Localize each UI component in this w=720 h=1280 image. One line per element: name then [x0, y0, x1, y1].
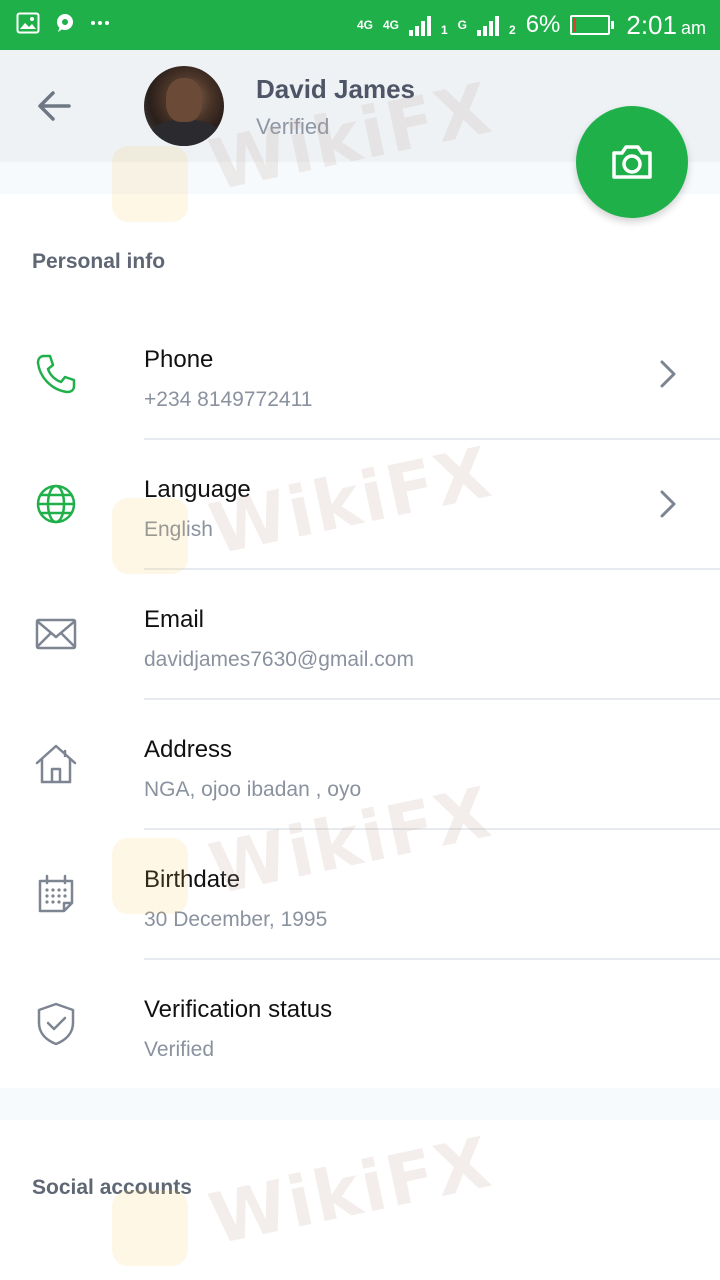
- battery-icon: [570, 15, 615, 35]
- chevron-right-icon: [660, 360, 676, 388]
- section-separator: [0, 1088, 720, 1120]
- row-birthdate[interactable]: Birthdate 30 December, 1995: [0, 830, 720, 960]
- watermark-logo: [112, 1190, 188, 1266]
- more-notifications-icon: [91, 21, 109, 25]
- row-phone[interactable]: Phone +234 8149772411: [0, 310, 720, 440]
- home-icon: [32, 740, 80, 788]
- camera-icon: [612, 145, 652, 179]
- verification-status-value: Verified: [144, 1038, 215, 1061]
- birthdate-label: Birthdate: [144, 866, 241, 893]
- address-label: Address: [144, 736, 233, 763]
- network-type-label-2: 4G: [382, 18, 399, 32]
- row-language[interactable]: Language English: [0, 440, 720, 570]
- status-bar-notifications: [16, 12, 110, 34]
- language-value: English: [144, 518, 213, 541]
- sim2-network-type: G: [457, 18, 467, 32]
- row-address[interactable]: Address NGA, ojoo ibadan , oyo: [0, 700, 720, 830]
- arrow-left-icon: [38, 91, 71, 121]
- envelope-icon: [32, 610, 80, 658]
- birthdate-value: 30 December, 1995: [144, 908, 328, 931]
- signal-sim2-icon: [477, 14, 499, 36]
- email-value: davidjames7630@gmail.com: [144, 648, 414, 671]
- row-verification-status[interactable]: Verification status Verified: [0, 960, 720, 1090]
- shield-check-icon: [32, 1000, 80, 1048]
- status-bar-system: 4G 4G 1 G 2 6% 2:01 am: [357, 0, 706, 50]
- chevron-right-icon: [660, 490, 676, 518]
- verification-status-label: Verification status: [144, 996, 333, 1023]
- email-label: Email: [144, 606, 205, 633]
- avatar[interactable]: [144, 66, 224, 146]
- gallery-icon: [16, 12, 40, 34]
- calendar-icon: [32, 870, 80, 918]
- language-label: Language: [144, 476, 251, 503]
- change-photo-button[interactable]: [576, 106, 688, 218]
- clock-time: 2:01: [626, 9, 677, 40]
- globe-icon: [32, 480, 80, 528]
- phone-icon: [32, 350, 80, 398]
- address-value: NGA, ojoo ibadan , oyo: [144, 778, 362, 801]
- sim1-label: 1: [440, 23, 448, 37]
- status-bar: 4G 4G 1 G 2 6% 2:01 am: [0, 0, 720, 50]
- watermark-text: WikiFX: [202, 1121, 499, 1261]
- clock-ampm: am: [680, 17, 706, 38]
- phone-value: +234 8149772411: [144, 388, 313, 411]
- network-type-label: 4G: [356, 18, 373, 32]
- profile-name: David James: [256, 74, 415, 104]
- sim2-label: 2: [509, 23, 516, 37]
- clock: 2:01 am: [626, 10, 706, 41]
- section-title-social-accounts: Social accounts: [32, 1176, 192, 1199]
- signal-sim1-icon: [408, 14, 431, 36]
- chat-bubble-icon: [57, 14, 73, 32]
- back-button[interactable]: [30, 82, 78, 130]
- battery-percent: 6%: [525, 11, 561, 38]
- row-email[interactable]: Email davidjames7630@gmail.com: [0, 570, 720, 700]
- profile-status: Verified: [256, 114, 330, 139]
- section-title-personal-info: Personal info: [32, 250, 166, 273]
- phone-label: Phone: [144, 346, 214, 373]
